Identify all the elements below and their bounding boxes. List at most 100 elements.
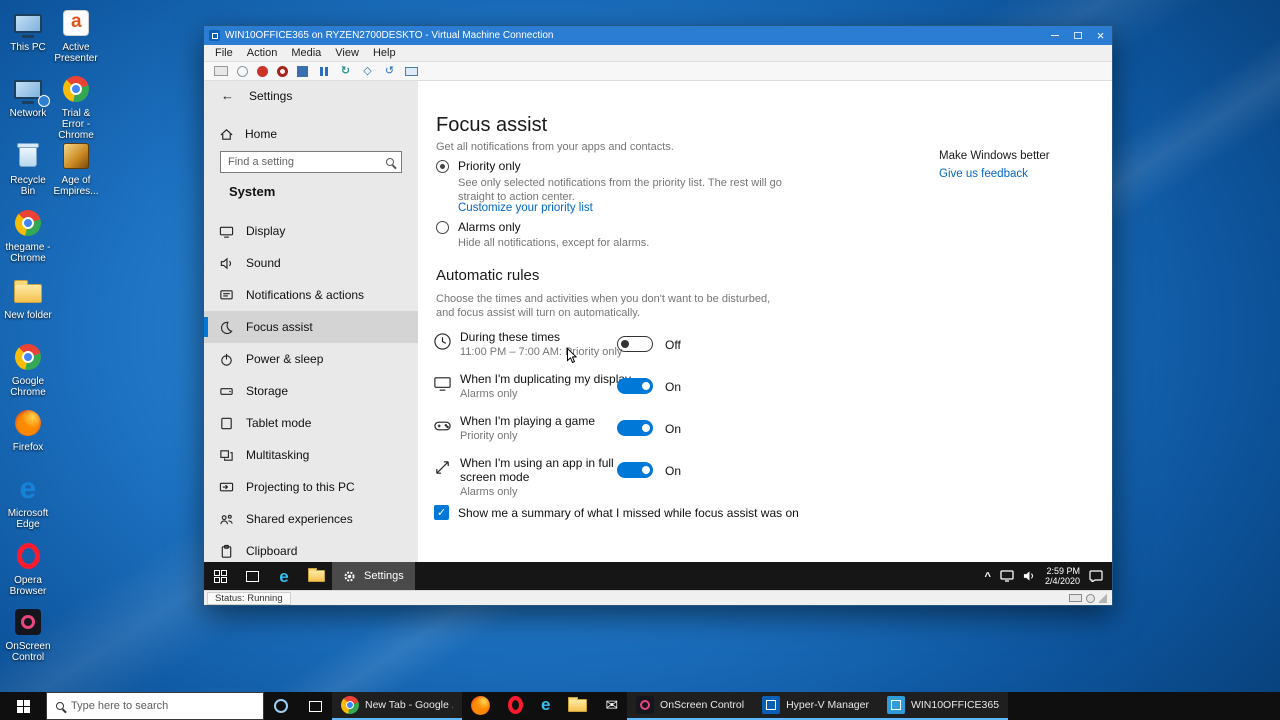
automatic-rules-description: Choose the times and activities when you… xyxy=(436,293,771,319)
menu-view[interactable]: View xyxy=(328,47,366,59)
desktop-icon-recycle-bin[interactable]: Recycle Bin xyxy=(4,141,52,197)
minimize-button[interactable] xyxy=(1043,26,1066,45)
taskbar-button-mail[interactable] xyxy=(596,692,627,720)
resize-grip[interactable] xyxy=(1099,593,1107,603)
desktop-icon-google-chrome[interactable]: Google Chrome xyxy=(4,342,52,398)
sidebar-item-multitasking[interactable]: Multitasking xyxy=(204,439,418,471)
settings-search-box[interactable] xyxy=(220,151,402,173)
taskbar-button-hyperv-manager[interactable]: Hyper-V Manager xyxy=(753,692,878,720)
sidebar-item-power-sleep[interactable]: Power & sleep xyxy=(204,343,418,375)
rule-during-these-times[interactable]: During these times 11:00 PM – 7:00 AM: P… xyxy=(433,330,1092,374)
host-start-button[interactable] xyxy=(0,692,46,720)
sidebar-item-storage[interactable]: Storage xyxy=(204,375,418,407)
close-button[interactable] xyxy=(1089,26,1112,45)
action-center-icon[interactable] xyxy=(1089,570,1103,582)
rule-duplicating-display[interactable]: When I'm duplicating my display Alarms o… xyxy=(433,372,1092,416)
give-feedback-link[interactable]: Give us feedback xyxy=(939,165,1050,183)
tray-chevron-icon[interactable] xyxy=(985,567,991,585)
multitasking-icon xyxy=(220,449,233,461)
sidebar-item-clipboard[interactable]: Clipboard xyxy=(204,535,418,562)
menu-help[interactable]: Help xyxy=(366,47,403,59)
priority-only-option[interactable]: Priority only xyxy=(436,159,521,173)
shut-down-icon[interactable] xyxy=(277,65,288,77)
back-icon[interactable] xyxy=(221,88,234,103)
tablet-icon xyxy=(221,417,232,429)
save-state-icon[interactable] xyxy=(297,65,308,77)
rule-fullscreen-app[interactable]: When I'm using an app in full screen mod… xyxy=(433,456,1092,512)
desktop-icon-opera-browser[interactable]: Opera Browser xyxy=(4,541,52,597)
host-search-box[interactable] xyxy=(46,692,264,720)
desktop-icon-onscreen-control[interactable]: OnScreen Control xyxy=(4,607,52,663)
taskbar-button-vm-connection[interactable]: WIN10OFFICE365 o... xyxy=(877,692,1008,720)
start-vm-icon[interactable] xyxy=(237,65,248,77)
host-search-input[interactable] xyxy=(71,700,254,712)
taskbar-button-edge[interactable] xyxy=(532,692,559,720)
volume-icon[interactable] xyxy=(1023,570,1036,582)
host-task-view-button[interactable] xyxy=(298,692,332,720)
pause-icon[interactable] xyxy=(317,65,330,78)
sidebar-item-sound[interactable]: Sound xyxy=(204,247,418,279)
turn-off-icon[interactable] xyxy=(257,65,268,77)
desktop-icon-thegame-chrome[interactable]: thegame - Chrome xyxy=(4,208,52,264)
active-presenter-icon xyxy=(52,8,100,38)
ctrl-alt-del-icon[interactable] xyxy=(214,66,228,76)
vm-edge-button[interactable] xyxy=(268,562,300,590)
menu-file[interactable]: File xyxy=(208,47,240,59)
rule-toggle[interactable] xyxy=(617,378,653,394)
vm-clock[interactable]: 2:59 PM 2/4/2020 xyxy=(1045,566,1080,586)
sidebar-item-projecting[interactable]: Projecting to this PC xyxy=(204,471,418,503)
rule-playing-game[interactable]: When I'm playing a game Priority only On xyxy=(433,414,1092,458)
taskbar-button-file-explorer[interactable] xyxy=(559,692,596,720)
sidebar-item-tablet-mode[interactable]: Tablet mode xyxy=(204,407,418,439)
rule-toggle[interactable] xyxy=(617,420,653,436)
make-windows-better-link[interactable]: Make Windows better xyxy=(939,147,1050,165)
taskbar-button-chrome-new-tab[interactable]: New Tab - Google ... xyxy=(332,692,462,720)
sidebar-item-focus-assist[interactable]: Focus assist xyxy=(204,311,418,343)
alarms-only-description: Hide all notifications, except for alarm… xyxy=(458,237,650,249)
settings-search-input[interactable] xyxy=(228,156,386,168)
desktop-icon-firefox[interactable]: Firefox xyxy=(4,408,52,453)
rule-toggle[interactable] xyxy=(617,336,653,352)
menu-media[interactable]: Media xyxy=(284,47,328,59)
summary-checkbox-row[interactable]: Show me a summary of what I missed while… xyxy=(434,505,799,520)
desktop-icon-new-folder[interactable]: New folder xyxy=(4,276,52,321)
enhanced-session-icon[interactable] xyxy=(405,66,418,76)
maximize-button[interactable] xyxy=(1066,26,1089,45)
summary-checkbox[interactable] xyxy=(434,505,449,520)
desktop-icon-this-pc[interactable]: This PC xyxy=(4,8,52,53)
desktop-icon-network[interactable]: Network xyxy=(4,74,52,119)
priority-only-radio[interactable] xyxy=(436,159,449,173)
cortana-button[interactable] xyxy=(264,692,298,720)
vm-settings-taskbar-button[interactable]: Settings xyxy=(332,562,415,590)
desktop-icon-active-presenter[interactable]: Active Presenter xyxy=(52,8,100,64)
focus-assist-icon xyxy=(220,321,233,334)
checkpoint-icon[interactable]: ◇ xyxy=(361,65,374,78)
desktop-icon-age-of-empires[interactable]: Age of Empires... xyxy=(52,141,100,197)
rule-toggle[interactable] xyxy=(617,462,653,478)
fullscreen-arrows-icon xyxy=(436,461,449,474)
customize-priority-list-link[interactable]: Customize your priority list xyxy=(458,202,593,214)
desktop-icon-trial-and-error-chrome[interactable]: Trial & Error - Chrome xyxy=(52,74,100,141)
taskbar-button-opera[interactable] xyxy=(499,692,532,720)
vm-task-view-button[interactable] xyxy=(236,562,268,590)
vm-start-button[interactable] xyxy=(204,562,236,590)
sidebar-item-shared-experiences[interactable]: Shared experiences xyxy=(204,503,418,535)
automatic-rules-title: Automatic rules xyxy=(436,267,540,284)
taskbar-button-onscreen-control[interactable]: OnScreen Control xyxy=(627,692,754,720)
network-tray-icon[interactable] xyxy=(1000,570,1014,582)
revert-icon[interactable]: ↺ xyxy=(383,65,396,78)
vm-titlebar[interactable]: WIN10OFFICE365 on RYZEN2700DESKTO - Virt… xyxy=(204,26,1112,45)
alarms-only-radio[interactable] xyxy=(436,220,449,234)
desktop-icon-microsoft-edge[interactable]: Microsoft Edge xyxy=(4,474,52,530)
taskbar-button-firefox[interactable] xyxy=(462,692,499,720)
vm-file-explorer-button[interactable] xyxy=(300,562,332,590)
windows-logo-icon xyxy=(16,699,30,713)
alarms-only-option[interactable]: Alarms only xyxy=(436,220,521,234)
vm-connection-window: WIN10OFFICE365 on RYZEN2700DESKTO - Virt… xyxy=(203,25,1113,606)
menu-action[interactable]: Action xyxy=(240,47,285,59)
sidebar-item-home[interactable]: Home xyxy=(204,119,418,149)
sidebar-item-notifications[interactable]: Notifications & actions xyxy=(204,279,418,311)
sidebar-item-display[interactable]: Display xyxy=(204,215,418,247)
onscreen-control-icon xyxy=(4,607,52,637)
reset-icon[interactable]: ↻ xyxy=(339,65,352,78)
